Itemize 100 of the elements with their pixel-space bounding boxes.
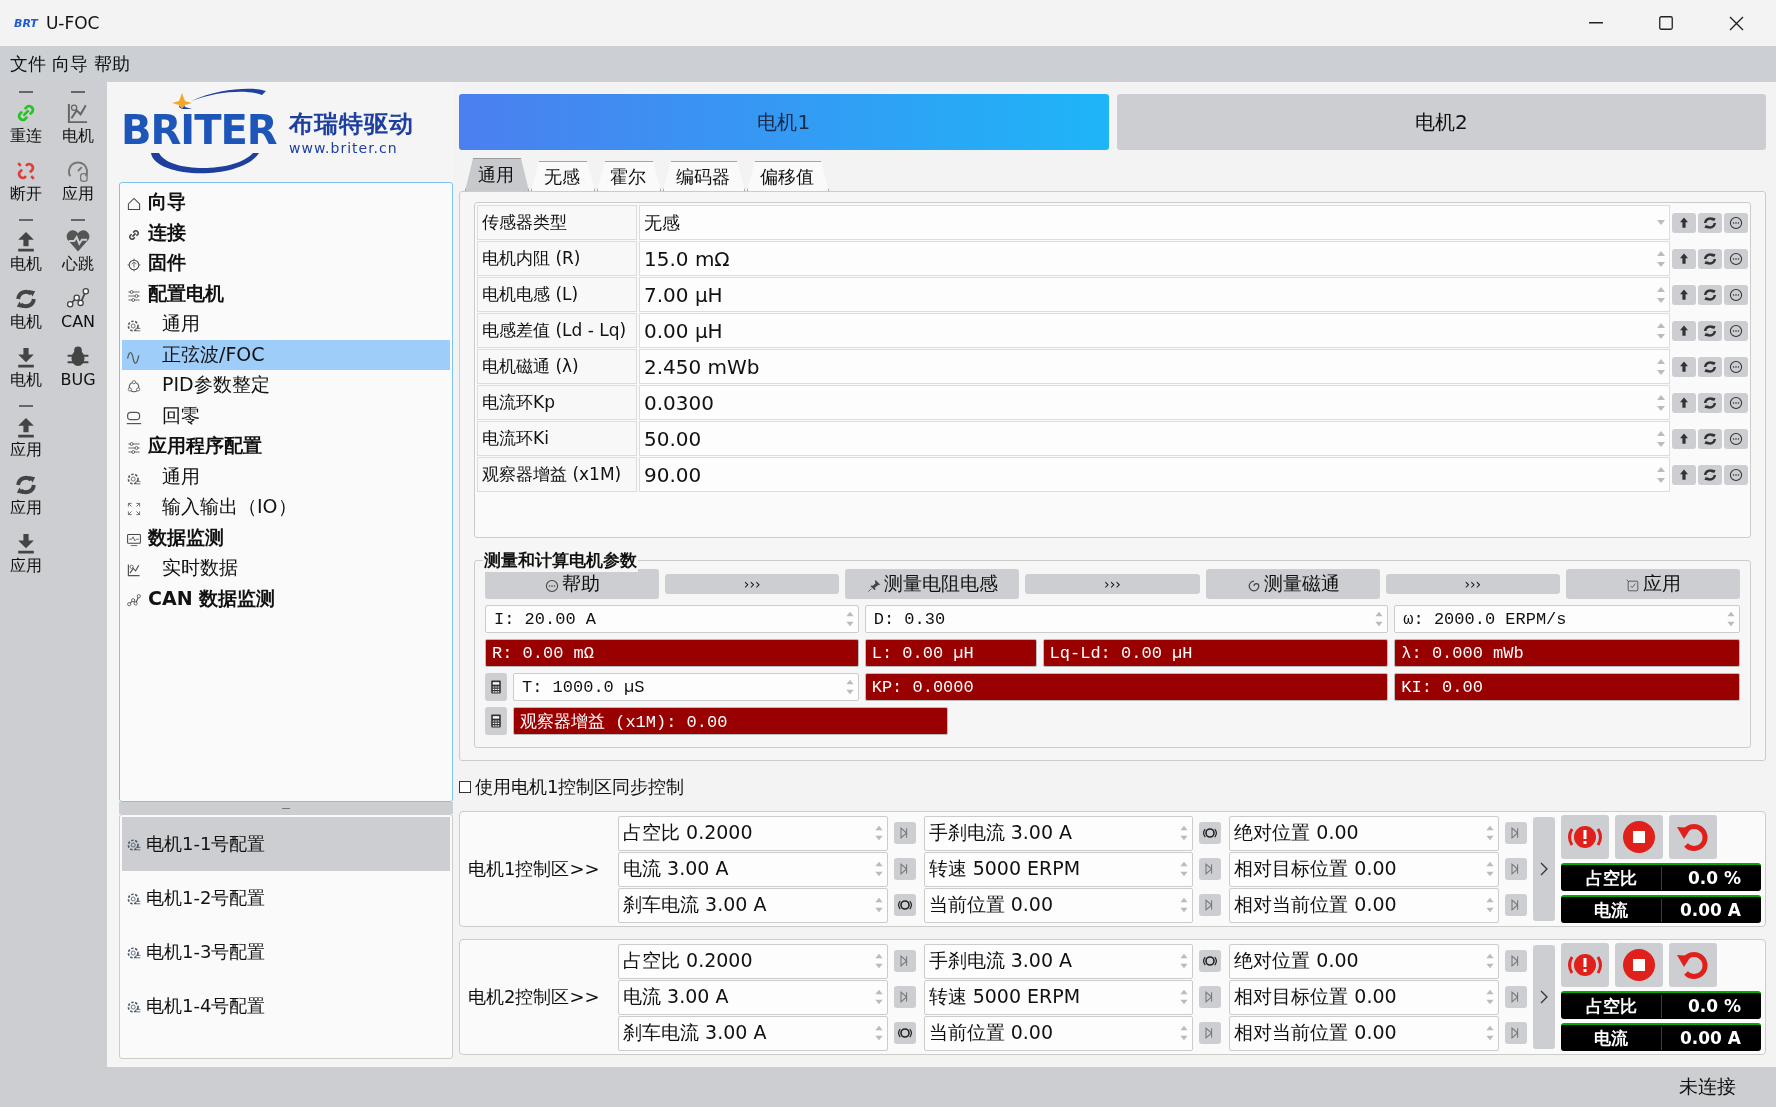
upload-button[interactable] [1672, 212, 1696, 233]
action-button[interactable]: 应用 [1565, 569, 1740, 600]
tree-item[interactable]: 向导 [122, 187, 450, 218]
tree-item[interactable]: 数据监测 [122, 522, 450, 553]
comment-button[interactable] [1724, 212, 1748, 233]
tree-item[interactable]: 通用 [122, 461, 450, 492]
input-field[interactable]: 相对当前位置 0.00 [1229, 1015, 1499, 1051]
value-field[interactable]: 2.450 mWb [639, 349, 1670, 385]
config-item[interactable]: 电机1-3号配置 [122, 925, 450, 979]
run-button[interactable] [893, 950, 916, 973]
run-button[interactable] [893, 986, 916, 1009]
config-item[interactable]: 电机1-1号配置 [122, 817, 450, 871]
tree-item[interactable]: 连接 [122, 217, 450, 248]
value-field[interactable]: 15.0 mΩ [639, 241, 1670, 277]
tab[interactable]: 通用 [465, 158, 529, 192]
comment-button[interactable] [1724, 428, 1748, 449]
toolbar-button[interactable]: 电机 [0, 342, 52, 400]
step-button[interactable]: ››› [1025, 574, 1200, 595]
config-item[interactable]: 电机1-4号配置 [122, 979, 450, 1033]
input-field[interactable]: ω: 2000.0 ERPM/s [1394, 605, 1740, 634]
input-field[interactable]: T: 1000.0 µS [513, 673, 859, 702]
toolbar-button[interactable]: 断开 [0, 156, 52, 214]
config-item[interactable]: 电机1-2号配置 [122, 871, 450, 925]
tab[interactable]: 无感 [531, 161, 595, 192]
toolbar-button[interactable]: 电机 [52, 98, 104, 156]
input-field[interactable]: 转速 5000 ERPM [923, 851, 1194, 887]
calculator-button[interactable] [485, 673, 507, 702]
comment-button[interactable] [1724, 356, 1748, 377]
alarm-button[interactable] [1561, 943, 1609, 988]
close-icon[interactable] [1729, 15, 1744, 31]
input-field[interactable]: 占空比 0.2000 [618, 815, 888, 851]
input-field[interactable]: 转速 5000 ERPM [923, 979, 1194, 1015]
step-button[interactable]: ››› [665, 574, 840, 595]
toolbar-button[interactable]: BUG [52, 342, 104, 400]
minimize-icon[interactable] [1589, 22, 1603, 24]
upload-button[interactable] [1672, 356, 1696, 377]
tree-item[interactable]: 配置电机 [122, 278, 450, 309]
brake-button[interactable] [893, 1022, 916, 1045]
step-button[interactable]: ››› [1385, 574, 1560, 595]
input-field[interactable]: D: 0.30 [864, 605, 1389, 634]
value-field[interactable]: 0.00 µH [639, 313, 1670, 349]
refresh-button[interactable] [1698, 212, 1722, 233]
stop-button[interactable] [1615, 943, 1663, 988]
refresh-button[interactable] [1698, 284, 1722, 305]
input-field[interactable]: 占空比 0.2000 [618, 943, 888, 979]
comment-button[interactable] [1724, 284, 1748, 305]
run-button[interactable] [1505, 1022, 1527, 1045]
comment-button[interactable] [1724, 464, 1748, 485]
run-button[interactable] [1505, 894, 1527, 917]
toolbar-button[interactable]: 应用 [0, 470, 52, 528]
input-field[interactable]: 相对目标位置 0.00 [1229, 979, 1499, 1015]
input-field[interactable]: 当前位置 0.00 [923, 887, 1194, 923]
toolbar-button[interactable]: 电机 [0, 226, 52, 284]
input-field[interactable]: 电流 3.00 A [618, 979, 888, 1015]
run-button[interactable] [1199, 1022, 1222, 1045]
run-button[interactable] [893, 858, 916, 881]
run-button[interactable] [893, 822, 916, 845]
toolbar-button[interactable]: 应用 [0, 412, 52, 470]
tab[interactable]: 编码器 [663, 161, 745, 192]
tree-item[interactable]: 正弦波/FOC [122, 339, 450, 370]
value-field[interactable]: 90.00 [639, 457, 1670, 493]
menu-item[interactable]: 向导 [52, 52, 88, 76]
tree-item[interactable]: 输入输出（IO） [122, 492, 450, 523]
tab[interactable]: 霍尔 [597, 161, 661, 192]
tab[interactable]: 偏移值 [747, 161, 829, 192]
upload-button[interactable] [1672, 392, 1696, 413]
input-field[interactable]: 刹车电流 3.00 A [618, 1015, 888, 1051]
brake-button[interactable] [893, 894, 916, 917]
input-field[interactable]: I: 20.00 A [485, 605, 859, 634]
toolbar-button[interactable]: 电机 [0, 284, 52, 342]
comment-button[interactable] [1724, 320, 1748, 341]
tree-item[interactable]: PID参数整定 [122, 370, 450, 401]
sync-checkbox[interactable]: 使用电机1控制区同步控制 [459, 775, 1766, 800]
reset-button[interactable] [1669, 943, 1717, 988]
toolbar-button[interactable]: 重连 [0, 98, 52, 156]
upload-button[interactable] [1672, 464, 1696, 485]
comment-button[interactable] [1724, 248, 1748, 269]
comment-button[interactable] [1724, 392, 1748, 413]
tree-item[interactable]: 固件 [122, 248, 450, 279]
tree-item[interactable]: 回零 [122, 400, 450, 431]
input-field[interactable]: 相对当前位置 0.00 [1229, 887, 1499, 923]
run-button[interactable] [1199, 858, 1222, 881]
run-button[interactable] [1505, 822, 1527, 845]
input-field[interactable]: 绝对位置 0.00 [1229, 815, 1499, 851]
upload-button[interactable] [1672, 320, 1696, 341]
alarm-button[interactable] [1561, 815, 1609, 860]
toolbar-button[interactable]: 应用 [0, 528, 52, 586]
menu-item[interactable]: 帮助 [94, 52, 130, 76]
input-field[interactable]: 手刹电流 3.00 A [923, 943, 1194, 979]
reset-button[interactable] [1669, 815, 1717, 860]
tree-item[interactable]: CAN 数据监测 [122, 583, 450, 614]
input-field[interactable]: 刹车电流 3.00 A [618, 887, 888, 923]
value-field[interactable]: 50.00 [639, 421, 1670, 457]
run-button[interactable] [1199, 894, 1222, 917]
input-field[interactable]: 绝对位置 0.00 [1229, 943, 1499, 979]
run-button[interactable] [1199, 986, 1222, 1009]
run-button[interactable] [1505, 986, 1527, 1009]
refresh-button[interactable] [1698, 248, 1722, 269]
toolbar-button[interactable]: 心跳 [52, 226, 104, 284]
refresh-button[interactable] [1698, 320, 1722, 341]
